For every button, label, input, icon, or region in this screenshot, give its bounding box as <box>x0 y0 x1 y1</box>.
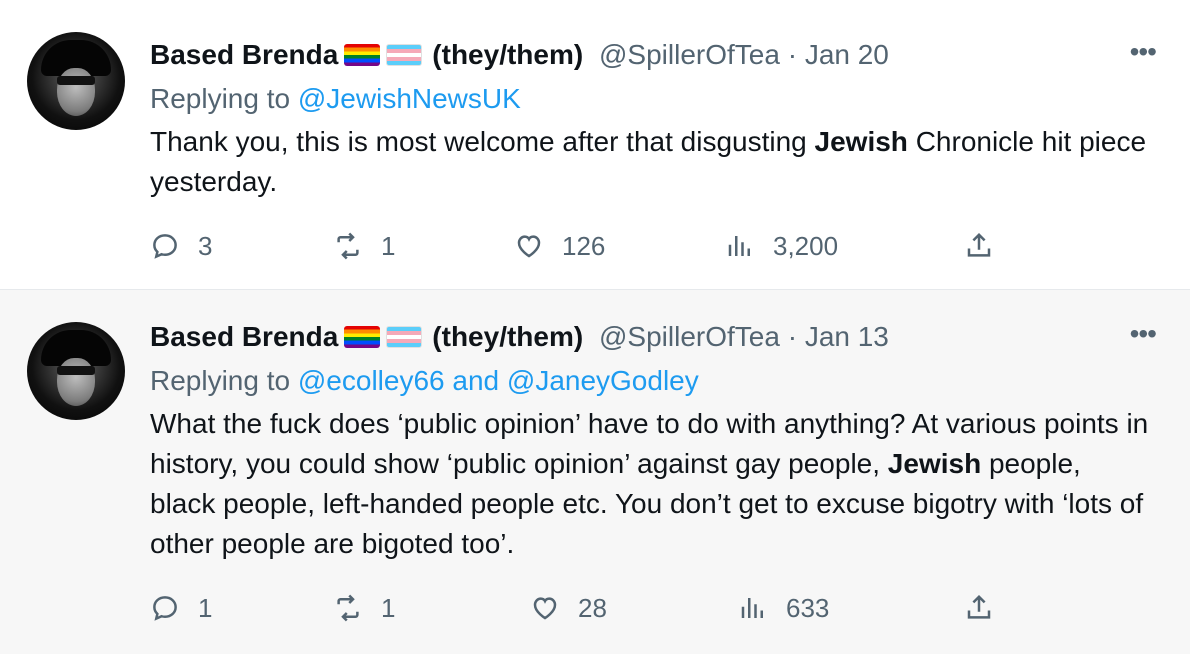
reply-button[interactable]: 1 <box>150 588 212 628</box>
reply-icon <box>153 234 177 259</box>
rainbow-flag-emoji <box>344 44 381 66</box>
retweet-count: 1 <box>381 230 396 261</box>
like-button[interactable]: 126 <box>514 226 605 266</box>
trans-flag-emoji <box>386 44 423 66</box>
share-button[interactable] <box>964 588 994 628</box>
replying-to: Replying to @JewishNewsUK <box>150 82 521 116</box>
share-icon <box>967 594 991 619</box>
mention-link[interactable]: @JewishNewsUK <box>298 83 521 114</box>
mention-link[interactable]: @ecolley66 <box>298 365 445 396</box>
display-name[interactable]: Based Brenda <box>150 39 338 70</box>
share-icon <box>967 232 991 257</box>
action-bar: 3 1 126 3,200 <box>150 226 1190 266</box>
like-count: 126 <box>562 230 606 261</box>
view-count: 633 <box>786 592 830 623</box>
mention-link[interactable]: @JaneyGodley <box>507 365 699 396</box>
views-button[interactable]: 633 <box>738 588 829 628</box>
tweet[interactable]: Based Brenda (they/them) @SpillerOfTea · … <box>0 0 1190 290</box>
views-button[interactable]: 3,200 <box>725 226 838 266</box>
tweet-date[interactable]: Jan 13 <box>805 321 889 352</box>
tweet-text-part: Thank you, this is most welcome after th… <box>150 126 815 157</box>
avatar[interactable] <box>27 32 125 130</box>
separator-dot: · <box>787 39 798 70</box>
view-count: 3,200 <box>773 230 839 261</box>
tweet[interactable]: Based Brenda (they/them) @SpillerOfTea · … <box>0 290 1190 654</box>
reply-count: 1 <box>198 592 213 623</box>
display-name[interactable]: Based Brenda <box>150 321 338 352</box>
rainbow-flag-emoji <box>344 326 381 348</box>
replying-to: Replying to @ecolley66 and @JaneyGodley <box>150 364 699 398</box>
views-icon <box>728 236 750 256</box>
retweet-count: 1 <box>381 592 396 623</box>
tweet-date[interactable]: Jan 20 <box>805 39 889 70</box>
replying-prefix: Replying to <box>150 83 291 114</box>
user-handle[interactable]: @SpillerOfTea <box>599 321 780 352</box>
replying-prefix: Replying to <box>150 365 291 396</box>
avatar[interactable] <box>27 322 125 420</box>
reply-icon <box>153 596 177 621</box>
pronouns: (they/them) <box>432 321 584 352</box>
user-handle[interactable]: @SpillerOfTea <box>599 39 780 70</box>
trans-flag-emoji <box>386 326 423 348</box>
reply-count: 3 <box>198 230 213 261</box>
replying-and: and <box>452 365 500 396</box>
like-icon <box>517 235 541 258</box>
retweet-button[interactable]: 1 <box>333 588 395 628</box>
like-icon <box>533 597 557 620</box>
separator-dot: · <box>787 321 798 352</box>
tweet-text-bold: Jewish <box>887 448 982 479</box>
retweet-icon <box>337 594 359 622</box>
views-icon <box>741 598 763 618</box>
tweet-text: Thank you, this is most welcome after th… <box>150 122 1150 202</box>
like-button[interactable]: 28 <box>530 588 607 628</box>
tweet-text: What the fuck does ‘public opinion’ have… <box>150 404 1150 564</box>
retweet-icon <box>337 232 359 260</box>
tweet-text-bold: Jewish <box>814 126 908 157</box>
like-count: 28 <box>578 592 607 623</box>
retweet-button[interactable]: 1 <box>333 226 395 266</box>
share-button[interactable] <box>964 226 994 266</box>
more-icon[interactable]: ••• <box>1130 38 1157 66</box>
reply-button[interactable]: 3 <box>150 226 212 266</box>
pronouns: (they/them) <box>432 39 584 70</box>
action-bar: 1 1 28 633 <box>150 588 1190 628</box>
more-icon[interactable]: ••• <box>1130 320 1157 348</box>
